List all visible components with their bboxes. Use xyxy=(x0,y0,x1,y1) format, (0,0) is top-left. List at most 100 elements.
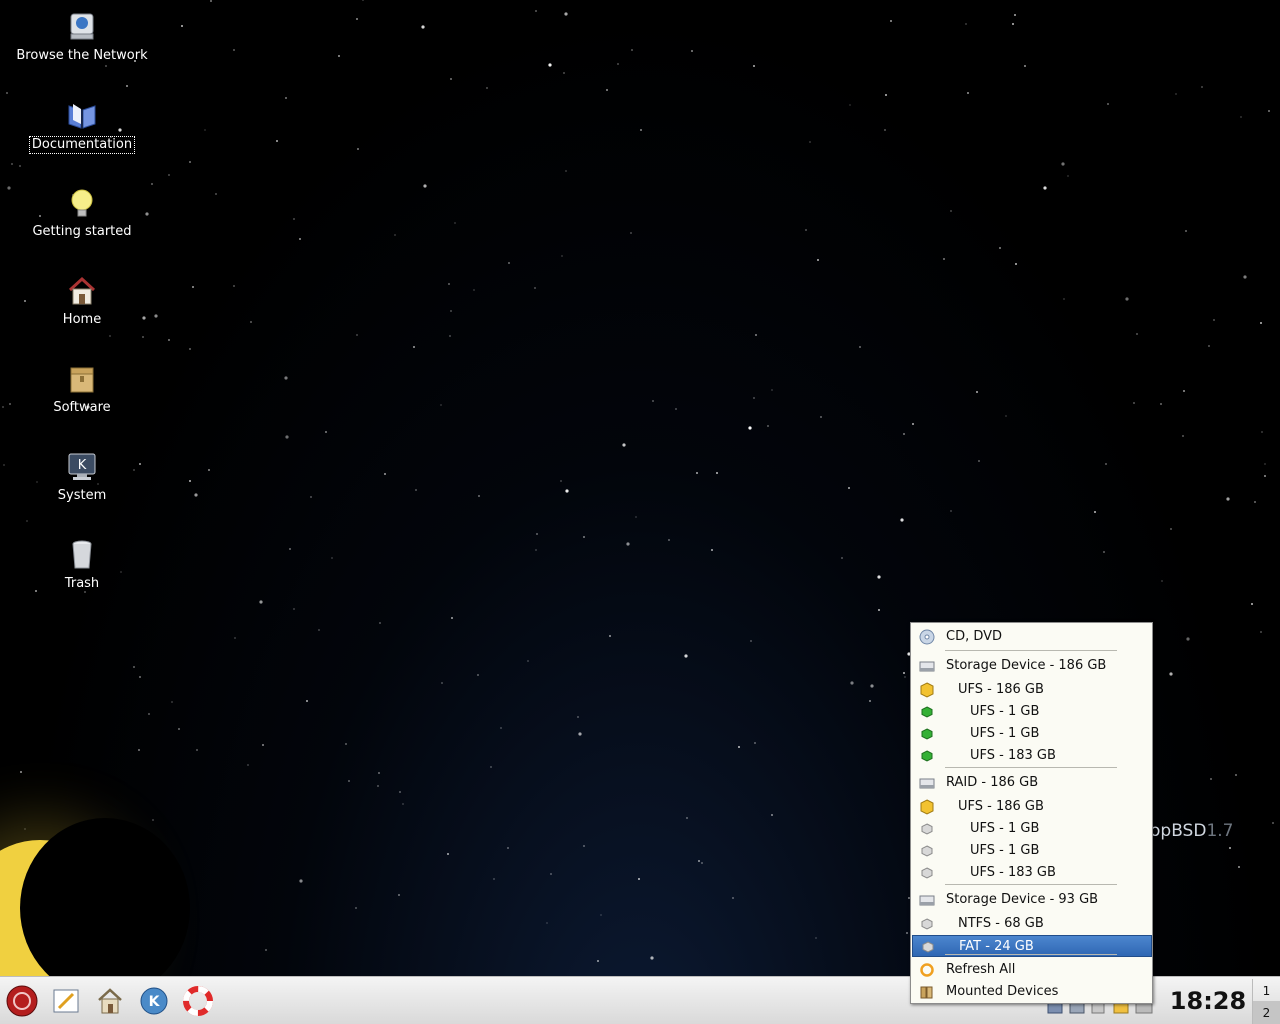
menu-item-15[interactable]: Mounted Devices xyxy=(912,981,1152,1003)
menu-item-0[interactable]: CD, DVD xyxy=(912,626,1152,648)
star xyxy=(377,785,379,787)
star xyxy=(447,853,449,855)
star xyxy=(148,713,150,715)
kde-launcher-button[interactable]: K xyxy=(136,983,172,1019)
desktop-icon-system[interactable]: K System xyxy=(0,450,164,504)
star xyxy=(194,493,198,497)
star xyxy=(181,25,183,27)
desktop-icon-software[interactable]: Software xyxy=(0,362,164,416)
star xyxy=(247,764,249,766)
menu-separator xyxy=(945,884,1117,885)
star xyxy=(454,222,456,224)
menu-item-8[interactable]: UFS - 1 GB xyxy=(912,818,1152,840)
menu-item-11[interactable]: Storage Device - 93 GB xyxy=(912,889,1152,911)
system-monitor-icon: K xyxy=(68,453,96,480)
star xyxy=(564,12,568,16)
menu-item-label: CD, DVD xyxy=(946,629,1003,644)
star xyxy=(1268,110,1270,112)
star xyxy=(1213,319,1215,321)
star xyxy=(950,210,952,212)
help-launcher-button[interactable] xyxy=(180,983,216,1019)
star xyxy=(477,674,479,676)
star xyxy=(168,339,170,341)
desktop-icon-trash[interactable]: Trash xyxy=(0,538,164,592)
star xyxy=(449,335,451,337)
yellow-partition-icon xyxy=(919,799,935,815)
star xyxy=(285,97,287,99)
star xyxy=(754,742,756,744)
star xyxy=(473,289,475,291)
star xyxy=(698,860,700,862)
star xyxy=(262,744,264,746)
green-partition-icon xyxy=(919,704,935,720)
star xyxy=(767,425,769,427)
star xyxy=(577,716,579,718)
menu-item-12[interactable]: NTFS - 68 GB xyxy=(912,913,1152,935)
menu-item-10[interactable]: UFS - 183 GB xyxy=(912,862,1152,884)
menu-item-label: RAID - 186 GB xyxy=(946,775,1039,790)
star xyxy=(490,766,492,768)
star xyxy=(306,700,308,702)
pager-desktop-1[interactable]: 1 xyxy=(1252,979,1280,1003)
star xyxy=(507,847,509,849)
start-menu-button[interactable] xyxy=(4,983,40,1019)
star xyxy=(138,749,140,751)
star xyxy=(817,259,819,261)
star xyxy=(565,170,567,172)
star xyxy=(536,533,538,535)
menu-item-7[interactable]: UFS - 186 GB xyxy=(912,796,1152,818)
star xyxy=(1063,298,1065,300)
menu-item-label: UFS - 183 GB xyxy=(970,865,1056,880)
menu-item-4[interactable]: UFS - 1 GB xyxy=(912,723,1152,745)
star xyxy=(684,654,688,658)
editor-launcher-button[interactable] xyxy=(48,983,84,1019)
menu-item-9[interactable]: UFS - 1 GB xyxy=(912,840,1152,862)
star xyxy=(640,129,642,131)
star xyxy=(1261,431,1263,433)
star xyxy=(535,549,537,551)
hard-disk-icon xyxy=(919,658,935,674)
star xyxy=(809,141,811,143)
gray-partition-icon xyxy=(920,939,936,955)
hard-disk-icon xyxy=(919,892,935,908)
menu-item-14[interactable]: Refresh All xyxy=(912,959,1152,981)
home-folder-icon xyxy=(98,988,122,1014)
star xyxy=(26,520,28,522)
star xyxy=(1235,774,1237,776)
desktop-icon-getting-started[interactable]: Getting started xyxy=(0,186,164,240)
star xyxy=(563,72,565,74)
menu-item-6[interactable]: RAID - 186 GB xyxy=(912,772,1152,794)
star xyxy=(1094,511,1096,513)
star xyxy=(849,104,851,106)
menu-item-1[interactable]: Storage Device - 186 GB xyxy=(912,655,1152,677)
star xyxy=(189,348,191,350)
star xyxy=(378,772,380,774)
star xyxy=(133,666,135,668)
desktop-icon-home[interactable]: Home xyxy=(0,274,164,328)
star xyxy=(635,516,637,518)
clock[interactable]: 18:28 xyxy=(1164,977,1252,1024)
menu-item-label: UFS - 183 GB xyxy=(970,748,1056,763)
menu-item-3[interactable]: UFS - 1 GB xyxy=(912,701,1152,723)
gray-partition-icon xyxy=(919,821,935,837)
desktop-icon-label: Software xyxy=(53,400,111,415)
star xyxy=(850,681,854,685)
desktop-icon-browse-network[interactable]: Browse the Network xyxy=(0,10,164,64)
star xyxy=(299,879,303,883)
menu-separator xyxy=(945,650,1117,651)
star xyxy=(1014,14,1016,16)
star xyxy=(6,92,8,94)
star xyxy=(1260,631,1262,633)
desktop-icon-label: Getting started xyxy=(32,224,132,239)
star xyxy=(259,600,263,604)
star xyxy=(900,518,904,522)
menu-item-5[interactable]: UFS - 183 GB xyxy=(912,745,1152,767)
star xyxy=(284,376,288,380)
pager-desktop-2[interactable]: 2 xyxy=(1252,1001,1280,1024)
home-launcher-button[interactable] xyxy=(92,983,128,1019)
green-partition-icon xyxy=(919,748,935,764)
star xyxy=(771,814,773,816)
menu-item-2[interactable]: UFS - 186 GB xyxy=(912,679,1152,701)
desktop-icon-documentation[interactable]: Documentation xyxy=(0,98,164,154)
star xyxy=(413,346,415,348)
